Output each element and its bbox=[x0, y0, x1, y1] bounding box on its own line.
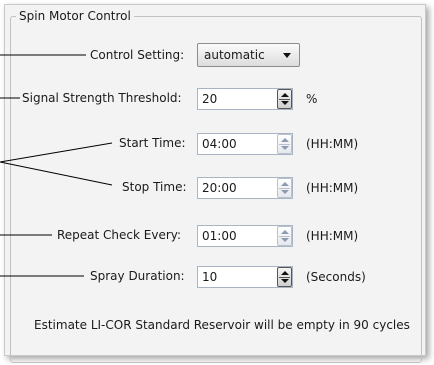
start-time-value: 04:00 bbox=[202, 137, 237, 151]
repeat-check-label: Repeat Check Every: bbox=[57, 228, 182, 242]
stop-time-spinner[interactable] bbox=[277, 178, 292, 198]
spin-down-icon bbox=[281, 279, 289, 283]
spin-up-icon bbox=[281, 138, 289, 142]
stop-time-unit: (HH:MM) bbox=[306, 181, 359, 195]
spray-duration-unit: (Seconds) bbox=[306, 270, 366, 284]
control-setting-label: Control Setting: bbox=[90, 48, 185, 62]
spin-up-icon bbox=[281, 271, 289, 275]
callout-line-stop-time bbox=[0, 161, 113, 186]
start-time-spinner[interactable] bbox=[277, 134, 292, 154]
repeat-check-value: 01:00 bbox=[202, 229, 237, 243]
signal-strength-spinner[interactable] bbox=[277, 89, 292, 109]
stop-time-value: 20:00 bbox=[202, 181, 237, 195]
signal-strength-label: Signal Strength Threshold: bbox=[22, 91, 182, 105]
start-time-label: Start Time: bbox=[119, 136, 186, 150]
spin-up-icon bbox=[281, 230, 289, 234]
signal-strength-unit: % bbox=[306, 92, 318, 106]
spray-duration-value: 10 bbox=[202, 270, 218, 284]
reservoir-estimate-text: Estimate LI-COR Standard Reservoir will … bbox=[34, 318, 410, 332]
spray-duration-label: Spray Duration: bbox=[90, 269, 185, 283]
control-setting-value: automatic bbox=[204, 48, 265, 62]
stop-time-label: Stop Time: bbox=[122, 180, 187, 194]
repeat-check-unit: (HH:MM) bbox=[306, 229, 359, 243]
spin-down-icon bbox=[281, 146, 289, 150]
control-setting-select[interactable]: automatic bbox=[197, 43, 300, 67]
spin-down-icon bbox=[281, 101, 289, 105]
start-time-unit: (HH:MM) bbox=[306, 137, 359, 151]
spin-down-icon bbox=[281, 190, 289, 194]
spray-duration-spinner[interactable] bbox=[277, 267, 292, 287]
signal-strength-value: 20 bbox=[202, 92, 218, 106]
callout-line-start-time bbox=[0, 142, 113, 163]
spin-up-icon bbox=[281, 182, 289, 186]
spin-up-icon bbox=[281, 93, 289, 97]
spin-down-icon bbox=[281, 238, 289, 242]
repeat-check-spinner[interactable] bbox=[277, 226, 292, 246]
chevron-down-icon bbox=[283, 53, 291, 58]
